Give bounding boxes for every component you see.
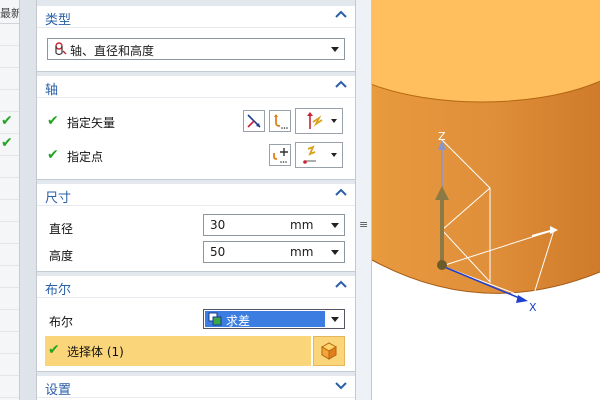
collapse-icon[interactable]	[335, 78, 347, 92]
point-constructor-icon[interactable]	[295, 142, 343, 168]
dimensions-group-title: 尺寸	[45, 191, 72, 206]
diameter-unit: mm	[290, 218, 314, 232]
reverse-direction-icon[interactable]	[269, 110, 291, 132]
watermark-url: jingyan.baidu.com	[470, 372, 563, 383]
collapse-icon[interactable]	[335, 8, 347, 22]
collapse-icon[interactable]	[335, 278, 347, 292]
navigator-row[interactable]	[0, 288, 19, 310]
vector-label: 指定矢量	[67, 116, 116, 130]
height-value: 50	[210, 245, 226, 259]
subtract-icon	[208, 312, 222, 329]
boolean-group: 布尔 布尔 求差 ✔ 选择体 (1)	[37, 276, 355, 372]
boolean-group-header[interactable]: 布尔	[37, 276, 355, 298]
navigator-row[interactable]	[0, 156, 19, 178]
height-unit: mm	[290, 245, 314, 259]
boolean-value: 求差	[226, 314, 251, 328]
navigator-row[interactable]	[0, 376, 19, 398]
graphics-viewport[interactable]: Z X	[372, 0, 600, 400]
chevron-down-icon	[331, 250, 339, 255]
navigator-row[interactable]	[0, 244, 19, 266]
chevron-down-icon	[331, 153, 337, 157]
type-group-header[interactable]: 类型	[37, 6, 355, 28]
chevron-down-icon	[331, 317, 339, 322]
dimensions-group: 尺寸 直径 30 mm 高度 50 mm	[37, 184, 355, 272]
diameter-field[interactable]: 30 mm	[203, 214, 345, 236]
boolean-label: 布尔	[49, 315, 74, 329]
diameter-value: 30	[210, 218, 226, 232]
navigator-row[interactable]	[0, 90, 19, 112]
vector-icon[interactable]	[243, 110, 265, 132]
check-icon: ✔	[48, 342, 60, 358]
vector-dialog-icon[interactable]	[295, 108, 343, 134]
navigator-row[interactable]	[0, 200, 19, 222]
navigator-row[interactable]	[0, 24, 19, 46]
dimensions-group-header[interactable]: 尺寸	[37, 184, 355, 206]
point-label: 指定点	[67, 150, 104, 164]
splitter-grip-icon[interactable]: ≡	[359, 218, 368, 231]
settings-group-title: 设置	[45, 383, 72, 398]
viewport-canvas[interactable]: Z X	[372, 0, 600, 400]
select-body-label: 选择体 (1)	[67, 345, 124, 359]
navigator-row[interactable]	[0, 310, 19, 332]
check-icon: ✔	[47, 147, 59, 163]
type-group-title: 类型	[45, 13, 72, 28]
select-body-button[interactable]	[313, 336, 345, 366]
navigator-row[interactable]	[0, 68, 19, 90]
height-label: 高度	[49, 249, 74, 263]
expand-icon[interactable]	[335, 378, 347, 392]
type-group: 类型 轴、直径和高度	[37, 6, 355, 72]
panel-splitter[interactable]: ≡	[356, 0, 372, 400]
axis-group: 轴 ✔ 指定矢量 ✔ 指定点	[37, 76, 355, 180]
navigator-row[interactable]: ✔	[0, 134, 19, 156]
axis-group-title: 轴	[45, 83, 59, 98]
navigator-row[interactable]	[0, 266, 19, 288]
navigator-row[interactable]: ✔	[0, 112, 19, 134]
navigator-row[interactable]	[0, 332, 19, 354]
collapse-icon[interactable]	[335, 186, 347, 200]
settings-group-header[interactable]: 设置	[37, 376, 355, 398]
check-icon: ✔	[1, 113, 13, 129]
chevron-down-icon	[331, 223, 339, 228]
settings-group: 设置	[37, 376, 355, 400]
cylinder-dialog: 类型 轴、直径和高度 轴 ✔ 指定矢量 ✔ 指定点 尺寸 直径 30 mm 高度…	[36, 0, 356, 400]
navigator-row[interactable]	[0, 46, 19, 68]
axis-group-header[interactable]: 轴	[37, 76, 355, 98]
navigator-header: 最新	[0, 0, 19, 24]
boolean-select[interactable]: 求差	[203, 309, 345, 329]
navigator-row[interactable]	[0, 222, 19, 244]
type-select-value: 轴、直径和高度	[70, 44, 155, 58]
chevron-down-icon	[331, 119, 337, 123]
axis-z-label: Z	[438, 130, 446, 143]
part-navigator: 最新 ✔ ✔	[0, 0, 20, 400]
navigator-row[interactable]	[0, 178, 19, 200]
chevron-down-icon	[331, 47, 339, 52]
cylinder-type-icon	[53, 42, 67, 59]
check-icon: ✔	[1, 135, 13, 151]
boolean-group-title: 布尔	[45, 283, 72, 298]
axis-x-label: X	[529, 301, 537, 314]
height-field[interactable]: 50 mm	[203, 241, 345, 263]
type-select[interactable]: 轴、直径和高度	[47, 38, 345, 60]
check-icon: ✔	[47, 113, 59, 129]
point-dialog-icon[interactable]	[269, 144, 291, 166]
boolean-selection-highlight	[205, 311, 325, 327]
diameter-label: 直径	[49, 222, 74, 236]
select-body-row[interactable]: ✔ 选择体 (1)	[45, 336, 311, 366]
solid-body-icon	[319, 341, 339, 364]
cylinder-body[interactable]	[372, 0, 600, 294]
navigator-row[interactable]	[0, 354, 19, 376]
watermark: Bai 经验	[455, 349, 544, 373]
